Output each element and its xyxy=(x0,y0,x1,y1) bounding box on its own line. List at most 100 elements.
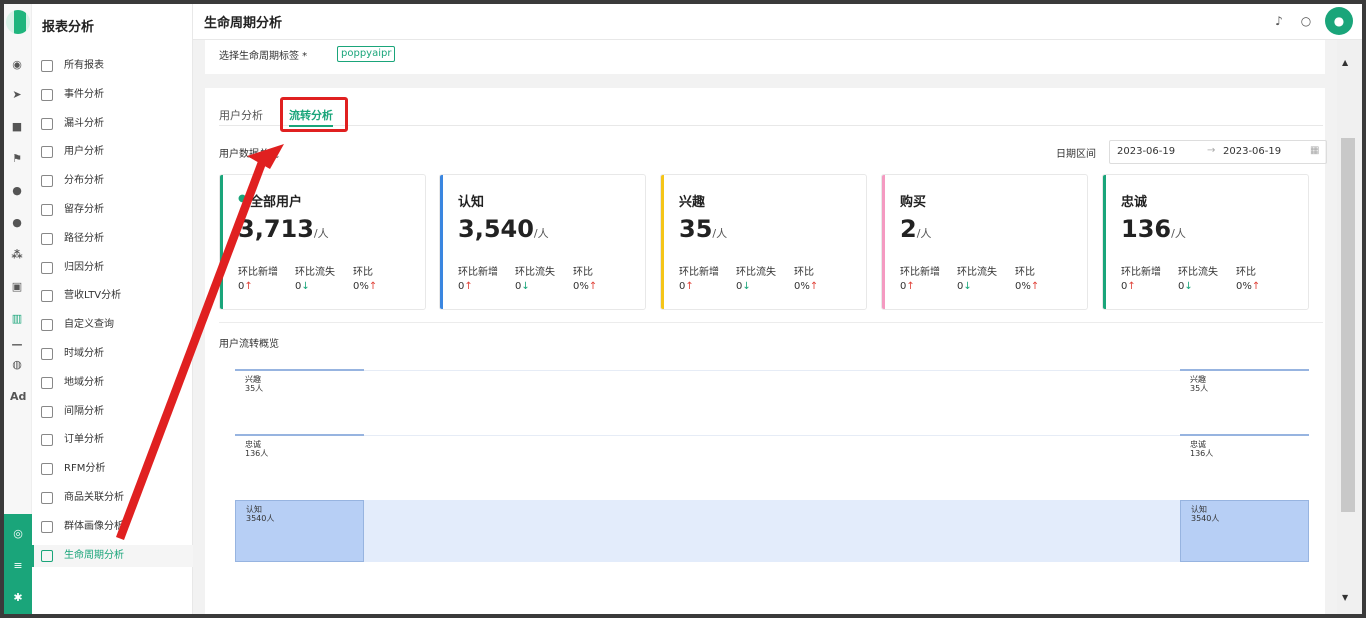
metric-label: 环比 xyxy=(1236,267,1256,278)
chart-icon xyxy=(41,60,53,72)
sidebar-item[interactable]: 地域分析 xyxy=(32,372,193,394)
flow-link-awareness xyxy=(363,500,1180,562)
tab-user-analysis[interactable]: 用户分析 xyxy=(219,107,263,123)
metric-value: 0↑ xyxy=(458,281,473,292)
bar-chart-icon xyxy=(41,348,53,360)
card-unit: /人 xyxy=(533,227,549,240)
sidebar-item-label: 生命周期分析 xyxy=(64,549,124,561)
sidebar-item[interactable]: 生命周期分析 xyxy=(32,544,193,567)
sidebar-item[interactable]: 时域分析 xyxy=(32,343,193,365)
date-start[interactable]: 2023-06-19 xyxy=(1117,146,1175,157)
ad-icon[interactable]: Ad xyxy=(10,390,26,404)
flow-node-interest-left[interactable]: 兴趣 35人 xyxy=(235,369,364,399)
chat-icon[interactable]: ○ xyxy=(1299,14,1313,28)
arrow-up-icon: ↑ xyxy=(368,281,378,292)
scroll-down-icon[interactable]: ▼ xyxy=(1342,593,1348,602)
arrow-up-icon: ↑ xyxy=(588,281,598,292)
date-end[interactable]: 2023-06-19 xyxy=(1223,146,1281,157)
card-accent-bar xyxy=(661,175,664,309)
metric-number: 0% xyxy=(794,281,810,292)
flow-title: 用户流转概览 xyxy=(219,339,279,350)
flow-node-count: 136人 xyxy=(1190,449,1214,458)
sidebar-item[interactable]: 分布分析 xyxy=(32,170,193,192)
square-icon[interactable]: ■ xyxy=(10,120,24,134)
sidebar-item[interactable]: 自定义查询 xyxy=(32,314,193,336)
card-value-wrap: 2/人 xyxy=(900,215,931,243)
person-icon[interactable]: ● xyxy=(10,184,24,198)
sidebar-item[interactable]: 订单分析 xyxy=(32,429,193,451)
sidebar-item[interactable]: 商品关联分析 xyxy=(32,487,193,509)
sidebar-item[interactable]: 间隔分析 xyxy=(32,401,193,423)
metric-label: 环比流失 xyxy=(515,267,555,278)
sidebar-item-label: 群体画像分析 xyxy=(64,520,124,532)
sidebar-item-label: 间隔分析 xyxy=(64,405,104,417)
settings-icon[interactable]: ✱ xyxy=(12,592,24,604)
sidebar-item[interactable]: 路径分析 xyxy=(32,228,193,250)
metric-label: 环比 xyxy=(353,267,373,278)
annotation-highlight-box xyxy=(280,97,348,132)
arrow-down-icon: ↓ xyxy=(521,281,530,292)
flow-node-loyalty-left[interactable]: 忠诚 136人 xyxy=(235,434,364,464)
sidebar-item[interactable]: 留存分析 xyxy=(32,199,193,221)
send-icon[interactable]: ➤ xyxy=(10,88,24,102)
vertical-scrollbar[interactable]: ▲ ▼ xyxy=(1337,40,1362,614)
metric-value: 0%↑ xyxy=(353,281,377,292)
card-value-wrap: 35/人 xyxy=(679,215,727,243)
user-icon xyxy=(41,146,53,159)
people-icon[interactable]: ● xyxy=(10,216,24,230)
arrow-up-icon: ↑ xyxy=(1030,281,1040,292)
target-icon[interactable]: ◎ xyxy=(12,528,24,540)
logo-icon[interactable] xyxy=(6,10,30,34)
sidebar-item[interactable]: 所有报表 xyxy=(32,55,193,77)
card-value: 35 xyxy=(679,215,713,243)
lifecycle-tag[interactable]: poppyaipr xyxy=(337,46,396,62)
sidebar-item[interactable]: 事件分析 xyxy=(32,84,193,106)
map-icon xyxy=(41,376,53,389)
rfm-icon xyxy=(41,463,53,476)
user-icon: ● xyxy=(238,193,247,204)
sidebar-item[interactable]: RFM分析 xyxy=(32,458,193,480)
metric-value: 0%↑ xyxy=(1236,281,1260,292)
metric-value: 0%↑ xyxy=(573,281,597,292)
avatar[interactable]: ● xyxy=(1325,7,1353,35)
scrollbar-thumb[interactable] xyxy=(1341,138,1355,512)
sidebar-item[interactable]: 用户分析 xyxy=(32,141,193,163)
calendar-icon[interactable]: ▦ xyxy=(1310,145,1319,156)
sidebar-item[interactable]: 群体画像分析 xyxy=(32,516,193,538)
icon-rail: ◉ ➤ ■ ⚑ ● ● ⁂ ▣ ▥ — ◍ Ad ◎ ≡ ✱ xyxy=(4,4,32,614)
list-icon[interactable]: ≡ xyxy=(12,560,24,572)
bell-icon[interactable]: ♪ xyxy=(1272,14,1286,28)
metric-value: 0↑ xyxy=(900,281,915,292)
dashboard-icon[interactable]: ◉ xyxy=(10,58,24,72)
flow-node-awareness-right[interactable]: 认知 3540人 xyxy=(1180,500,1309,562)
card-value: 3,713 xyxy=(238,215,314,243)
sidebar-item[interactable]: 归因分析 xyxy=(32,257,193,279)
attribution-icon xyxy=(41,261,53,274)
bookmark-icon[interactable]: ▣ xyxy=(10,280,24,294)
arrow-up-icon: ↑ xyxy=(464,281,473,292)
sidebar-item[interactable]: 营收LTV分析 xyxy=(32,285,193,307)
flag-icon[interactable]: ⚑ xyxy=(10,152,24,166)
date-range-picker[interactable]: 2023-06-19 → 2023-06-19 ▦ xyxy=(1109,140,1327,164)
metric-label: 环比新增 xyxy=(238,267,278,278)
flow-node-interest-right[interactable]: 兴趣 35人 xyxy=(1180,369,1309,399)
interval-icon xyxy=(41,405,53,418)
overview-title: 用户数据总览 xyxy=(219,149,279,160)
query-icon xyxy=(41,319,53,332)
card-value-wrap: 3,540/人 xyxy=(458,215,549,243)
scroll-up-icon[interactable]: ▲ xyxy=(1342,58,1348,67)
report-icon[interactable]: ▥ xyxy=(10,312,24,326)
metric-value: 0↓ xyxy=(295,281,310,292)
cluster-icon[interactable]: ⁂ xyxy=(10,248,24,262)
metric-card: 忠诚 136/人 环比新增 环比流失 环比 0↑ 0↓ 0%↑ xyxy=(1102,174,1309,310)
sidebar-item[interactable]: 漏斗分析 xyxy=(32,113,193,135)
flow-node-loyalty-right[interactable]: 忠诚 136人 xyxy=(1180,434,1309,464)
flow-node-awareness-left[interactable]: 认知 3540人 xyxy=(235,500,364,562)
wechat-icon[interactable]: ◍ xyxy=(10,358,24,372)
flow-node-name: 认知 xyxy=(246,505,262,514)
metric-label: 环比新增 xyxy=(900,267,940,278)
metric-number: 0% xyxy=(353,281,369,292)
sidebar-item-label: 留存分析 xyxy=(64,204,104,215)
card-unit: /人 xyxy=(916,227,932,240)
arrow-down-icon: ↓ xyxy=(742,281,751,292)
